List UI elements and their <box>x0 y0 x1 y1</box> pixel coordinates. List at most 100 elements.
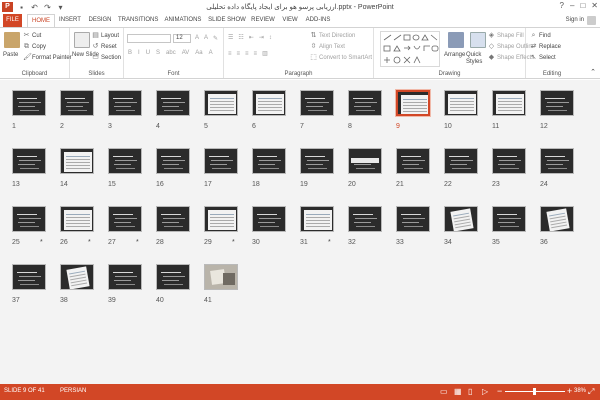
arrange-icon[interactable] <box>448 32 464 48</box>
shadow-button[interactable]: abc <box>166 50 176 56</box>
align-center-icon[interactable]: ≡ <box>237 51 241 57</box>
section-button[interactable]: ▭ Section <box>92 54 121 61</box>
help-button[interactable]: ? <box>560 1 564 10</box>
slide-thumbnail[interactable] <box>60 206 94 232</box>
slide-transition-indicator[interactable]: * <box>232 239 235 246</box>
slide-thumbnail[interactable] <box>492 148 526 174</box>
new-slide-icon[interactable] <box>74 32 90 48</box>
slide-thumbnail[interactable] <box>12 206 46 232</box>
save-icon[interactable]: ▪ <box>17 3 26 12</box>
shape-fill-button[interactable]: ◈ Shape Fill <box>488 32 524 39</box>
find-button[interactable]: ⌕ Find <box>530 32 551 39</box>
tab-animations[interactable]: ANIMATIONS <box>163 14 203 27</box>
slide-thumbnail[interactable] <box>156 148 190 174</box>
paste-icon[interactable] <box>4 32 20 48</box>
slide-thumbnail[interactable] <box>108 264 142 290</box>
slide-thumbnail[interactable] <box>396 90 430 116</box>
zoom-level[interactable]: 38% <box>574 388 586 394</box>
slide-transition-indicator[interactable]: * <box>40 239 43 246</box>
slide-thumbnail[interactable] <box>492 206 526 232</box>
slide-thumbnail[interactable] <box>252 90 286 116</box>
quick-styles-icon[interactable] <box>470 32 486 48</box>
justify-icon[interactable]: ≡ <box>254 51 258 57</box>
slide-thumbnail[interactable] <box>348 90 382 116</box>
slide-thumbnail[interactable] <box>444 148 478 174</box>
collapse-ribbon-icon[interactable]: ⌃ <box>590 68 596 76</box>
spacing-button[interactable]: AV <box>182 50 190 56</box>
clear-format-button[interactable]: ✎ <box>213 35 218 42</box>
slide-thumbnail[interactable] <box>108 90 142 116</box>
tab-design[interactable]: DESIGN <box>87 14 113 27</box>
increase-indent-icon[interactable]: ⇥ <box>259 34 264 41</box>
slide-thumbnail[interactable] <box>156 206 190 232</box>
slide-thumbnail[interactable] <box>444 90 478 116</box>
zoom-out-button[interactable]: − <box>497 386 502 396</box>
slide-thumbnail[interactable] <box>204 90 238 116</box>
slide-thumbnail[interactable] <box>492 90 526 116</box>
grow-font-button[interactable]: A <box>195 35 199 41</box>
replace-button[interactable]: ⇄ Replace <box>530 43 561 50</box>
change-case-button[interactable]: Aa <box>195 50 202 56</box>
cut-button[interactable]: ✂ Cut <box>23 32 42 39</box>
slide-thumbnail[interactable] <box>204 206 238 232</box>
slide-thumbnail[interactable] <box>252 148 286 174</box>
slide-thumbnail[interactable] <box>300 148 334 174</box>
tab-review[interactable]: REVIEW <box>250 14 276 27</box>
slide-thumbnail[interactable] <box>156 90 190 116</box>
text-direction-button[interactable]: ⇅ Text Direction <box>310 32 356 39</box>
slide-thumbnail[interactable] <box>300 90 334 116</box>
slide-thumbnail[interactable] <box>60 148 94 174</box>
decrease-indent-icon[interactable]: ⇤ <box>249 34 254 41</box>
align-right-icon[interactable]: ≡ <box>245 51 249 57</box>
slide-thumbnail[interactable] <box>540 148 574 174</box>
select-button[interactable]: ↖ Select <box>530 54 556 61</box>
slide-show-icon[interactable]: ▷ <box>482 387 488 396</box>
slide-thumbnail[interactable] <box>204 148 238 174</box>
slide-thumbnail[interactable] <box>156 264 190 290</box>
slide-thumbnail[interactable] <box>108 206 142 232</box>
slide-thumbnail[interactable] <box>12 90 46 116</box>
arrange-button[interactable]: Arrange <box>444 52 465 58</box>
numbering-icon[interactable]: ☷ <box>238 34 243 41</box>
tab-view[interactable]: VIEW <box>281 14 299 27</box>
italic-button[interactable]: I <box>138 50 140 56</box>
tab-file[interactable]: FILE <box>3 14 22 27</box>
slide-thumbnail[interactable] <box>252 206 286 232</box>
tab-home[interactable]: HOME <box>27 14 55 27</box>
close-button[interactable]: ✕ <box>591 1 598 10</box>
copy-button[interactable]: ⧉ Copy <box>23 43 46 50</box>
slide-thumbnail[interactable] <box>396 148 430 174</box>
slide-thumbnail[interactable] <box>444 206 478 232</box>
convert-smartart-button[interactable]: ⬚ Convert to SmartArt <box>310 54 372 61</box>
customize-qat-icon[interactable]: ▾ <box>56 3 65 12</box>
paste-button[interactable]: Paste <box>3 52 18 58</box>
slide-thumbnail[interactable] <box>108 148 142 174</box>
slide-transition-indicator[interactable]: * <box>328 239 331 246</box>
slide-thumbnail[interactable] <box>540 90 574 116</box>
slide-thumbnail[interactable] <box>60 90 94 116</box>
font-color-button[interactable]: A <box>209 50 213 56</box>
underline-button[interactable]: U <box>146 50 150 56</box>
slide-thumbnail[interactable] <box>60 264 94 290</box>
redo-icon[interactable]: ↷ <box>43 3 52 12</box>
slide-transition-indicator[interactable]: * <box>88 239 91 246</box>
slide-thumbnail[interactable] <box>300 206 334 232</box>
align-left-icon[interactable]: ≡ <box>228 51 232 57</box>
slide-transition-indicator[interactable]: * <box>136 239 139 246</box>
align-text-button[interactable]: ⇳ Align Text <box>310 43 345 50</box>
slide-thumbnail[interactable] <box>348 148 382 174</box>
maximize-button[interactable]: □ <box>580 1 585 10</box>
normal-view-icon[interactable]: ▭ <box>440 387 448 396</box>
layout-button[interactable]: ▤ Layout <box>92 32 119 39</box>
tab-add-ins[interactable]: ADD-INS <box>304 14 332 27</box>
undo-icon[interactable]: ↶ <box>30 3 39 12</box>
zoom-in-button[interactable]: + <box>567 386 572 396</box>
bullets-icon[interactable]: ☰ <box>228 34 233 41</box>
format-painter-button[interactable]: 🖌 Format Painter <box>23 54 72 61</box>
language-indicator[interactable]: PERSIAN <box>60 388 86 394</box>
slide-thumbnail[interactable] <box>348 206 382 232</box>
reset-button[interactable]: ↺ Reset <box>92 43 117 50</box>
tab-insert[interactable]: INSERT <box>58 14 82 27</box>
powerpoint-logo-icon[interactable]: P <box>2 2 13 12</box>
columns-icon[interactable]: ▥ <box>262 50 268 57</box>
